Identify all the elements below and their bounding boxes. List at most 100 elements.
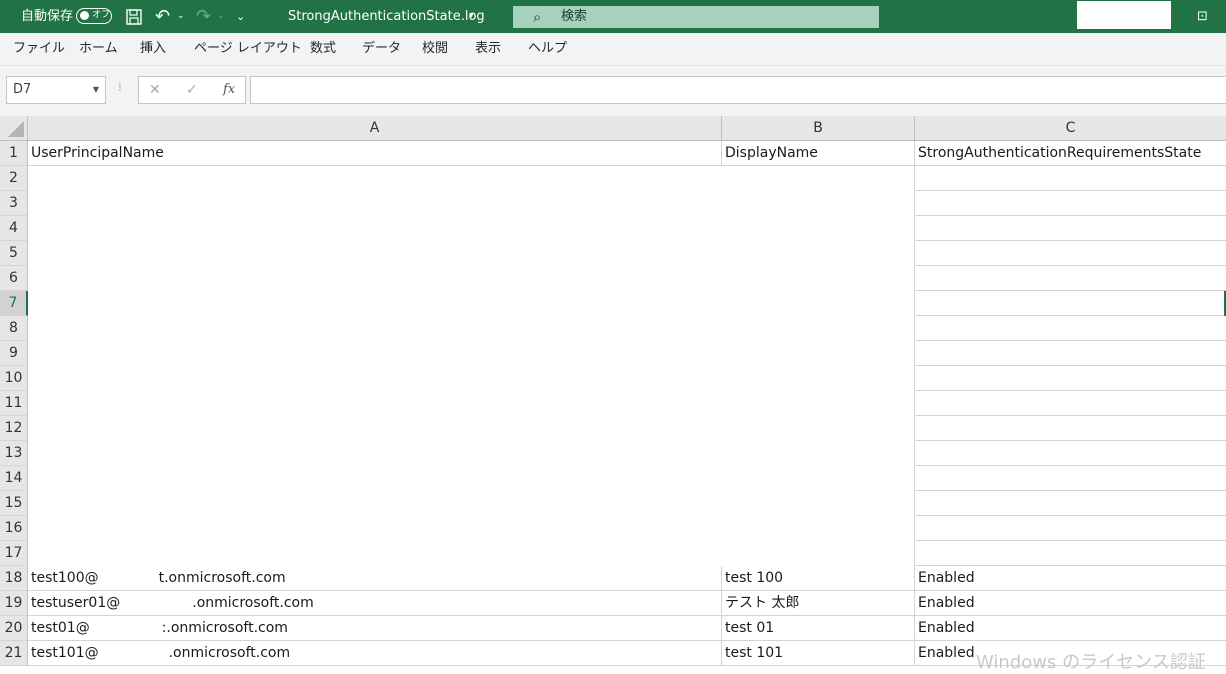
row-header[interactable]: 1 (0, 141, 28, 166)
tab-file[interactable]: ファイル (13, 33, 65, 65)
cell-c[interactable] (915, 541, 1226, 566)
cell-a[interactable] (28, 241, 722, 266)
row-header[interactable]: 9 (0, 341, 28, 366)
row-header[interactable]: 7 (0, 291, 28, 316)
cell-a[interactable] (28, 466, 722, 491)
cell-c[interactable] (915, 216, 1226, 241)
account-area[interactable] (1077, 1, 1171, 29)
cell-b[interactable]: テスト 太郎 (722, 591, 915, 616)
cell-c[interactable] (915, 166, 1226, 191)
tab-insert[interactable]: 挿入 (140, 33, 166, 65)
cell-a[interactable] (28, 316, 722, 341)
cell-a[interactable] (28, 191, 722, 216)
column-header-b[interactable]: B (722, 116, 915, 141)
cell-b[interactable] (722, 391, 915, 416)
cell-b[interactable] (722, 441, 915, 466)
row-header[interactable]: 8 (0, 316, 28, 341)
name-box[interactable]: D7 ▼ (6, 76, 106, 104)
cell-b[interactable] (722, 466, 915, 491)
row-header[interactable]: 17 (0, 541, 28, 566)
cell-b[interactable] (722, 516, 915, 541)
formula-input[interactable] (250, 76, 1226, 104)
cell-c[interactable] (915, 466, 1226, 491)
ribbon-display-icon[interactable]: ⊡ (1197, 0, 1208, 33)
row-header[interactable]: 5 (0, 241, 28, 266)
customize-toolbar-icon[interactable]: ⌄ (236, 0, 245, 33)
row-header[interactable]: 4 (0, 216, 28, 241)
row-header[interactable]: 15 (0, 491, 28, 516)
cell-c[interactable] (915, 366, 1226, 391)
cell-b[interactable]: test 100 (722, 566, 915, 591)
redo-icon[interactable]: ↷ (196, 0, 211, 33)
autosave-toggle[interactable]: オフ (76, 8, 112, 24)
cell-a[interactable] (28, 491, 722, 516)
undo-icon[interactable]: ↶ (155, 0, 170, 33)
cell-c[interactable] (915, 191, 1226, 216)
tab-home[interactable]: ホーム (79, 33, 118, 65)
row-header[interactable]: 6 (0, 266, 28, 291)
row-header[interactable]: 11 (0, 391, 28, 416)
save-icon[interactable] (125, 0, 143, 33)
row-header[interactable]: 12 (0, 416, 28, 441)
cell-a[interactable] (28, 416, 722, 441)
undo-dropdown-icon[interactable]: ⌄ (177, 0, 185, 33)
cancel-icon[interactable]: ✕ (149, 77, 161, 103)
cell-a[interactable] (28, 366, 722, 391)
cell-b[interactable] (722, 491, 915, 516)
row-header[interactable]: 19 (0, 591, 28, 616)
tab-help[interactable]: ヘルプ (528, 33, 567, 65)
cell-c[interactable] (915, 266, 1226, 291)
cell-a[interactable] (28, 216, 722, 241)
file-name[interactable]: StrongAuthenticationState.log (288, 0, 485, 33)
cell-a[interactable] (28, 441, 722, 466)
tab-data[interactable]: データ (362, 33, 401, 65)
column-header-c[interactable]: C (915, 116, 1226, 141)
cell-b[interactable]: test 101 (722, 641, 915, 666)
cell-c[interactable] (915, 416, 1226, 441)
cell-b[interactable] (722, 366, 915, 391)
row-header[interactable]: 14 (0, 466, 28, 491)
tab-review[interactable]: 校閲 (422, 33, 448, 65)
cell-c[interactable] (915, 516, 1226, 541)
cell-b[interactable] (722, 416, 915, 441)
cell-c[interactable] (915, 491, 1226, 516)
row-header[interactable]: 10 (0, 366, 28, 391)
row-header[interactable]: 3 (0, 191, 28, 216)
cell-a[interactable] (28, 541, 722, 566)
row-header[interactable]: 13 (0, 441, 28, 466)
cell-b[interactable] (722, 191, 915, 216)
cell-c[interactable] (915, 291, 1226, 316)
cell-b[interactable] (722, 291, 915, 316)
tab-page-layout[interactable]: ページ レイアウト (194, 33, 302, 65)
cell-a[interactable] (28, 266, 722, 291)
redo-dropdown-icon[interactable]: ⌄ (217, 0, 225, 33)
cell-b[interactable]: test 01 (722, 616, 915, 641)
cell-a[interactable]: test01@:.onmicrosoft.com (28, 616, 722, 641)
row-header[interactable]: 21 (0, 641, 28, 666)
cell-c[interactable] (915, 391, 1226, 416)
cell-b[interactable] (722, 166, 915, 191)
cell-b[interactable] (722, 341, 915, 366)
enter-icon[interactable]: ✓ (186, 77, 198, 103)
row-header[interactable]: 18 (0, 566, 28, 591)
row-header[interactable]: 16 (0, 516, 28, 541)
column-header-a[interactable]: A (28, 116, 722, 141)
cell-c[interactable]: Enabled (915, 566, 1226, 591)
cell-c[interactable]: Enabled (915, 591, 1226, 616)
drag-handle-icon[interactable]: ⁝ (118, 80, 122, 94)
row-header[interactable]: 2 (0, 166, 28, 191)
cell-a[interactable] (28, 291, 722, 316)
search-box[interactable]: ⌕ 検索 (513, 6, 879, 28)
cell-b[interactable] (722, 241, 915, 266)
select-all-button[interactable] (0, 116, 28, 141)
cell-a[interactable]: test100@ t.onmicrosoft.com (28, 566, 722, 591)
cell-c[interactable] (915, 316, 1226, 341)
cell-a[interactable] (28, 516, 722, 541)
cell-c[interactable]: StrongAuthenticationRequirementsState (915, 141, 1226, 166)
name-box-dropdown-icon[interactable]: ▼ (93, 77, 99, 103)
cell-a[interactable] (28, 166, 722, 191)
cell-b[interactable] (722, 541, 915, 566)
cell-a[interactable]: UserPrincipalName (28, 141, 722, 166)
row-header[interactable]: 20 (0, 616, 28, 641)
cell-b[interactable] (722, 266, 915, 291)
